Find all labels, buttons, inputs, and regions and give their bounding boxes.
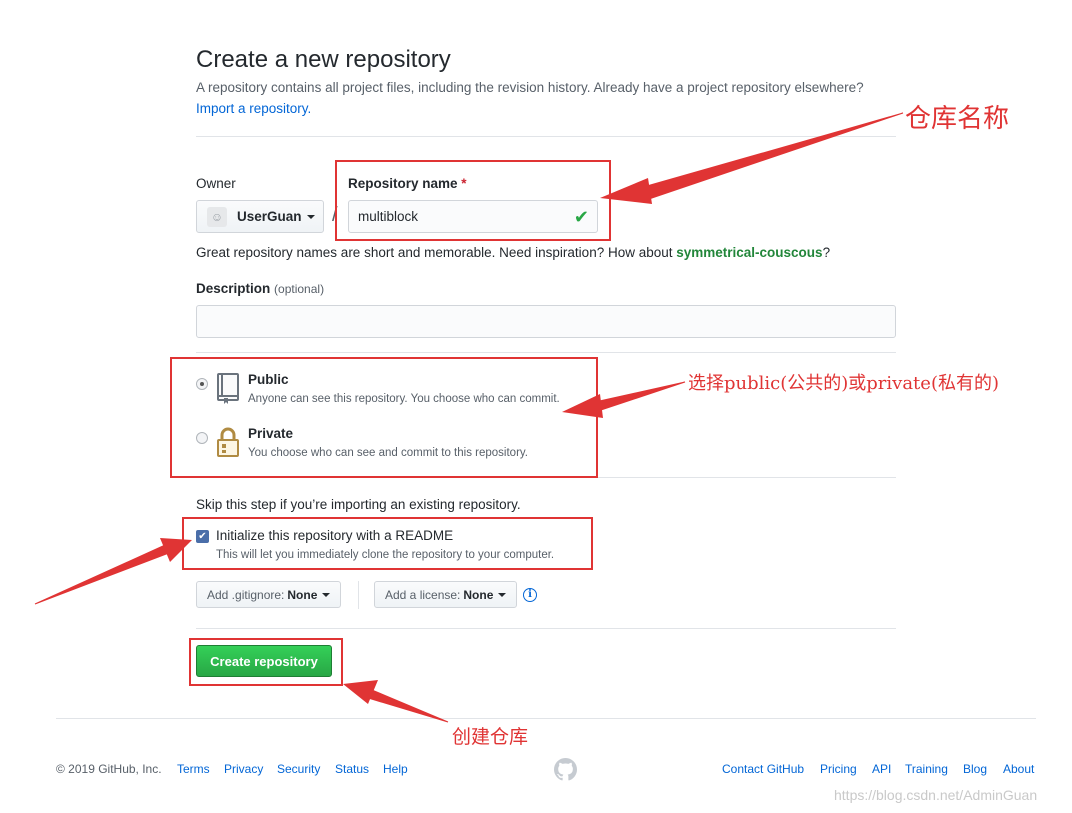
footer-link-about[interactable]: About [1003, 762, 1034, 776]
license-select[interactable]: Add a license: None [374, 581, 518, 608]
footer-link-api[interactable]: API [872, 762, 891, 776]
arrow-visibility [594, 381, 686, 412]
description-label: Description (optional) [196, 281, 324, 296]
caret-down-icon [498, 592, 507, 597]
gitignore-value: None [287, 587, 318, 602]
arrow-repo-name [639, 112, 904, 201]
hint-end: ? [822, 245, 831, 260]
divider [196, 136, 896, 137]
name-suggestion[interactable]: symmetrical-couscous [676, 245, 822, 260]
footer-link-contact[interactable]: Contact GitHub [722, 762, 804, 776]
caret-down-icon [306, 214, 315, 219]
annotation-box-repo-name [335, 160, 611, 241]
info-icon[interactable]: i [523, 588, 537, 602]
annotation-repo-name: 仓库名称 [905, 104, 1010, 134]
footer-divider [56, 718, 1036, 719]
page-subtitle: A repository contains all project files,… [196, 80, 864, 95]
footer-copyright: © 2019 GitHub, Inc. [56, 762, 162, 776]
owner-label: Owner [196, 176, 236, 191]
annotation-box-readme [182, 517, 593, 570]
description-input[interactable] [196, 305, 896, 338]
footer-link-terms[interactable]: Terms [177, 762, 210, 776]
footer-link-privacy[interactable]: Privacy [224, 762, 263, 776]
import-repository-link[interactable]: Import a repository. [196, 101, 311, 116]
hint-text: Great repository names are short and mem… [196, 245, 677, 260]
optional-note: (optional) [274, 282, 325, 296]
footer-link-help[interactable]: Help [383, 762, 408, 776]
skip-note: Skip this step if you’re importing an ex… [196, 497, 521, 512]
annotation-create: 创建仓库 [452, 726, 529, 748]
owner-select[interactable]: ☺ UserGuan [196, 200, 324, 233]
footer-link-status[interactable]: Status [335, 762, 369, 776]
annotation-box-visibility [170, 357, 598, 478]
page-title: Create a new repository [196, 46, 451, 73]
gitignore-label: Add .gitignore: [207, 587, 285, 602]
divider [196, 628, 896, 629]
arrow-readme [34, 544, 170, 605]
footer-link-pricing[interactable]: Pricing [820, 762, 857, 776]
divider [358, 581, 359, 609]
footer-link-training[interactable]: Training [905, 762, 948, 776]
annotation-box-create [189, 638, 343, 686]
license-label: Add a license: [385, 587, 461, 602]
github-logo-icon[interactable] [554, 758, 577, 781]
footer-link-blog[interactable]: Blog [963, 762, 987, 776]
repo-name-hint: Great repository names are short and mem… [196, 245, 830, 260]
divider [196, 352, 896, 353]
description-label-text: Description [196, 281, 271, 296]
annotation-visibility: 选择public(公共的)或private(私有的) [688, 373, 999, 394]
avatar: ☺ [207, 206, 227, 227]
license-value: None [463, 587, 494, 602]
footer-link-security[interactable]: Security [277, 762, 320, 776]
gitignore-select[interactable]: Add .gitignore: None [196, 581, 342, 608]
watermark: https://blog.csdn.net/AdminGuan [834, 787, 1038, 803]
owner-value: UserGuan [237, 209, 302, 224]
caret-down-icon [322, 592, 331, 597]
